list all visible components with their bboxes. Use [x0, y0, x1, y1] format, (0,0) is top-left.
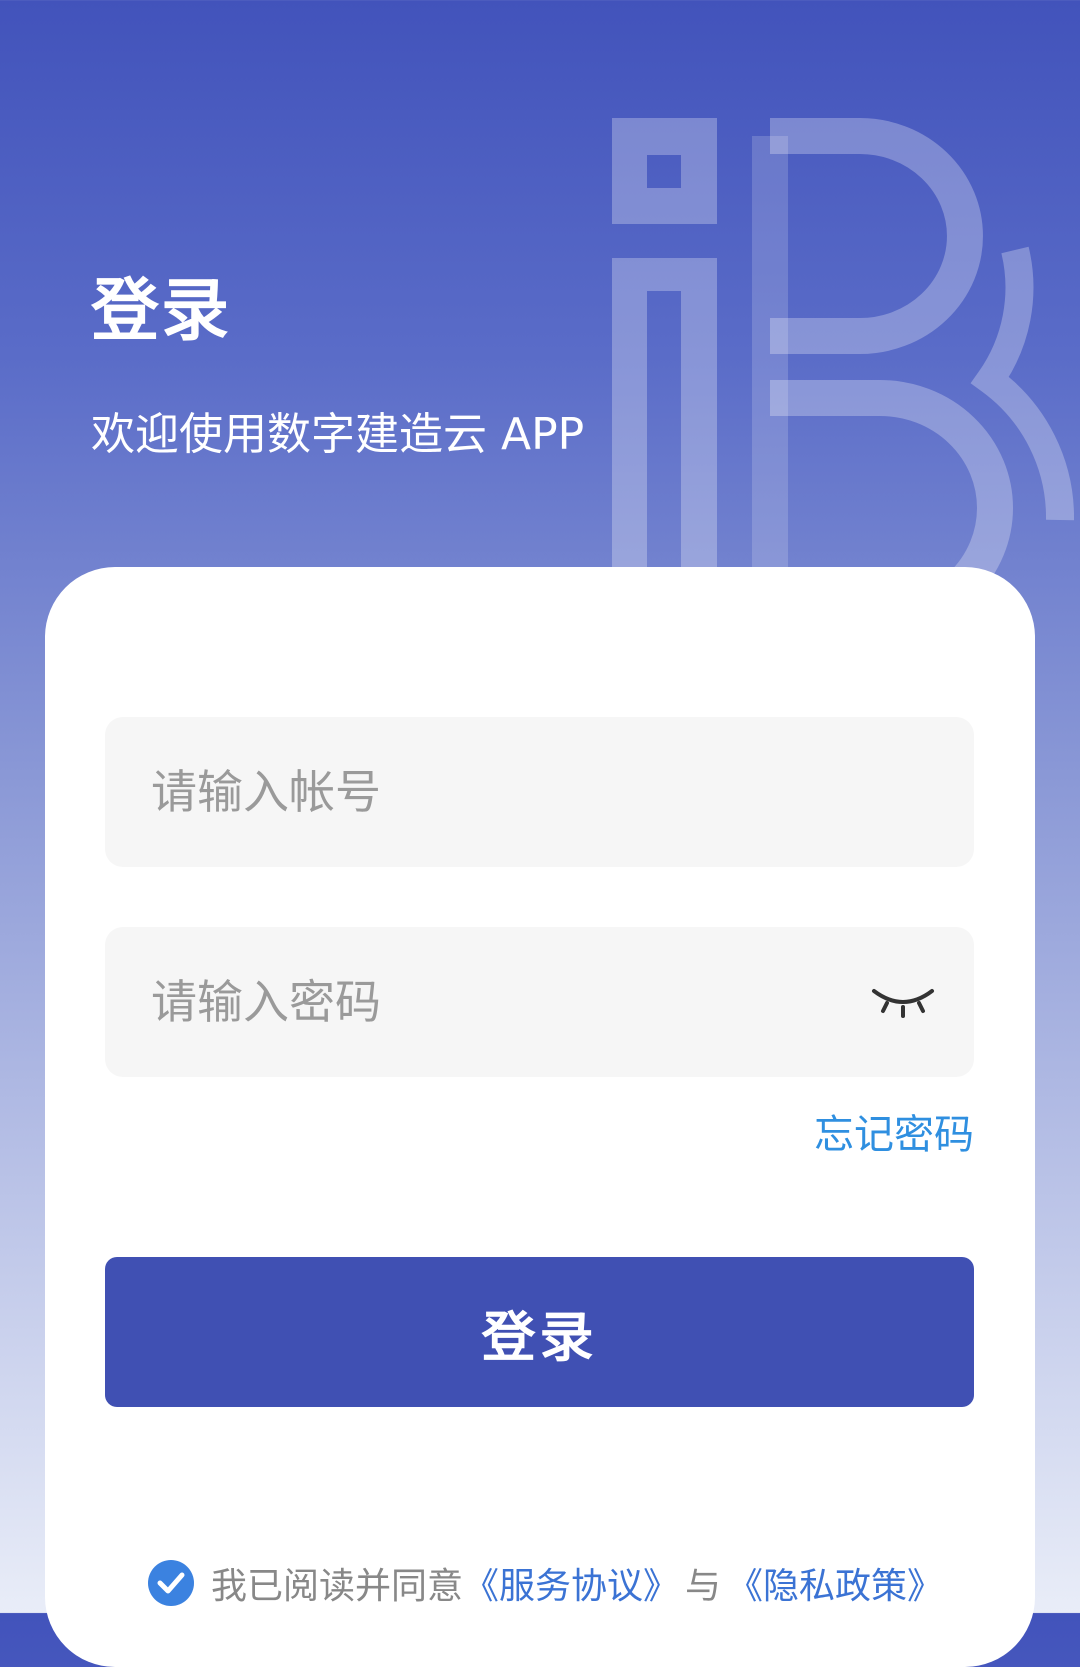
agreement-prefix: 我已阅读并同意: [211, 1566, 464, 1607]
forgot-password-link[interactable]: 忘记密码: [814, 1115, 974, 1155]
page-title: 登录: [91, 272, 232, 351]
privacy-policy-link[interactable]: 《隐私政策》: [727, 1557, 943, 1609]
checkbox-checked-icon[interactable]: [147, 1559, 195, 1607]
service-agreement-link[interactable]: 《服务协议》: [463, 1557, 679, 1609]
login-button[interactable]: 登录: [105, 1257, 974, 1407]
password-input[interactable]: [151, 927, 851, 1077]
account-input[interactable]: [151, 717, 851, 867]
eye-closed-icon[interactable]: [870, 979, 936, 1023]
welcome-subtitle: 欢迎使用数字建造云 APP: [91, 409, 585, 460]
agreement-separator: 与: [685, 1566, 722, 1607]
account-field[interactable]: [105, 717, 974, 867]
agreement-row: 我已阅读并同意 《服务协议》 与 《隐私政策》: [147, 1553, 943, 1613]
login-card: 忘记密码 登录 我已阅读并同意 《服务协议》 与 《隐私政策》: [45, 567, 1035, 1667]
password-field[interactable]: [105, 927, 974, 1077]
